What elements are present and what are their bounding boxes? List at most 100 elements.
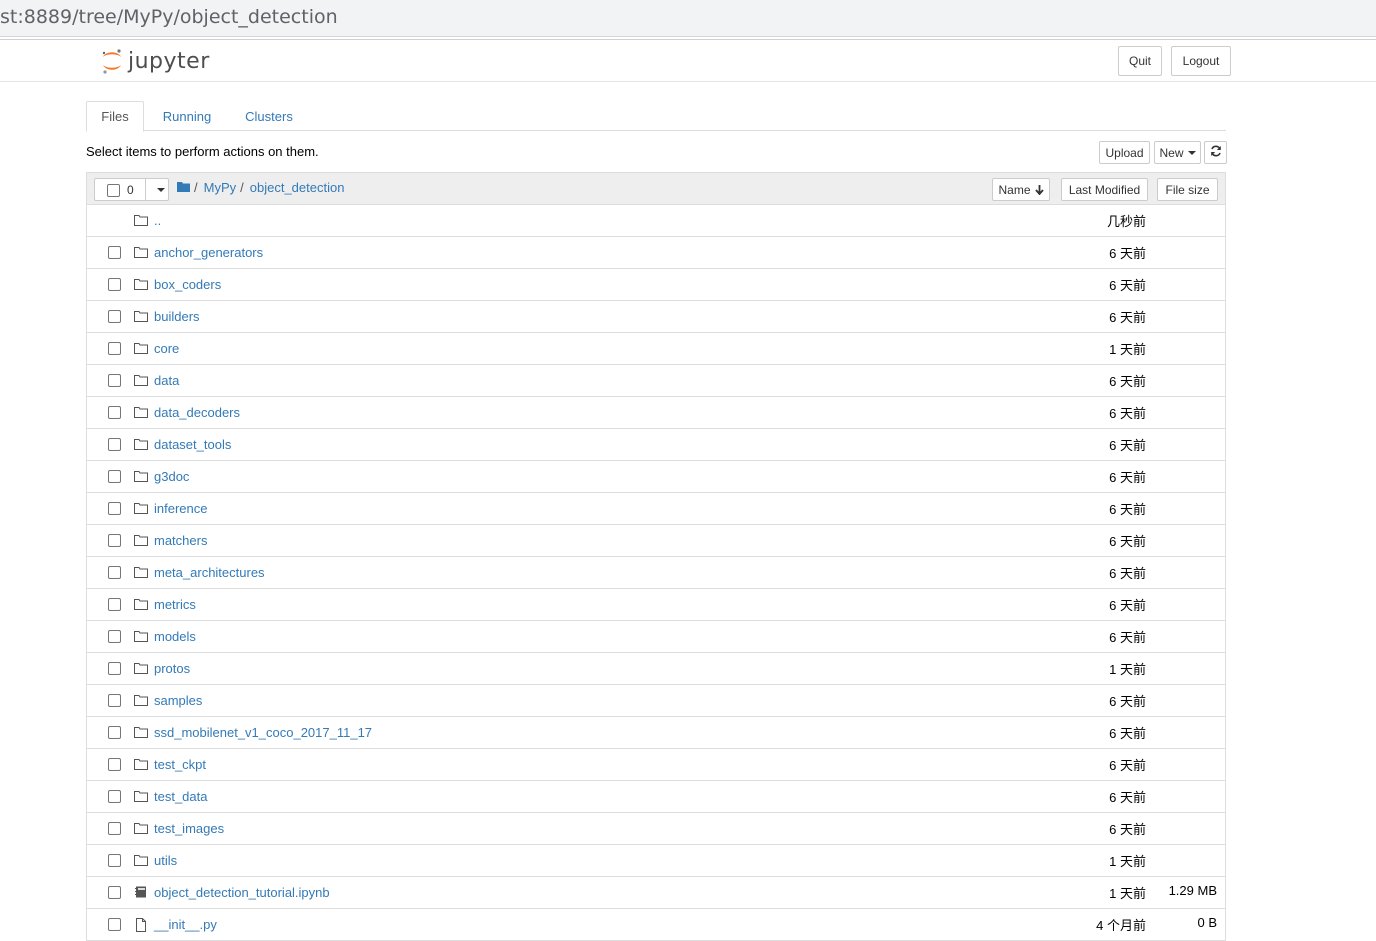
item-checkbox[interactable] [108,918,121,931]
folder-icon [134,662,148,674]
list-item[interactable]: core 1 天前 [87,333,1225,365]
sort-name-label: Name [998,182,1031,197]
file-list-header: 0 / MyPy / object_detection Name Last Mo… [87,173,1225,205]
folder-icon[interactable] [177,180,190,195]
item-link[interactable]: dataset_tools [154,437,231,452]
item-link[interactable]: test_images [154,821,224,836]
item-checkbox[interactable] [108,662,121,675]
item-modified: 6 天前 [1109,374,1146,389]
item-checkbox[interactable] [108,246,121,259]
item-link[interactable]: data [154,373,179,388]
item-link[interactable]: core [154,341,179,356]
item-link[interactable]: __init__.py [154,917,217,932]
item-link[interactable]: box_coders [154,277,221,292]
item-checkbox[interactable] [108,854,121,867]
folder-icon [134,502,148,514]
item-link[interactable]: test_ckpt [154,757,206,772]
url-text[interactable]: st:8889/tree/MyPy/object_detection [0,6,338,28]
sort-name-button[interactable]: Name [992,178,1050,201]
list-item[interactable]: dataset_tools 6 天前 [87,429,1225,461]
list-item[interactable]: anchor_generators 6 天前 [87,237,1225,269]
item-modified: 6 天前 [1109,406,1146,421]
item-checkbox[interactable] [108,598,121,611]
item-modified: 1 天前 [1109,886,1146,901]
item-link[interactable]: matchers [154,533,207,548]
list-item[interactable]: utils 1 天前 [87,845,1225,877]
item-link[interactable]: object_detection_tutorial.ipynb [154,885,330,900]
parent-directory-row[interactable]: .. 几秒前 [87,205,1225,237]
list-item[interactable]: data 6 天前 [87,365,1225,397]
item-link[interactable]: protos [154,661,190,676]
item-modified: 1 天前 [1109,342,1146,357]
item-checkbox[interactable] [108,886,121,899]
item-link[interactable]: test_data [154,789,208,804]
item-checkbox[interactable] [108,822,121,835]
list-item[interactable]: test_data 6 天前 [87,781,1225,813]
tab-clusters[interactable]: Clusters [232,101,306,131]
item-link[interactable]: data_decoders [154,405,240,420]
item-checkbox[interactable] [108,694,121,707]
item-checkbox[interactable] [108,790,121,803]
item-link[interactable]: .. [154,213,161,228]
item-link[interactable]: models [154,629,196,644]
item-checkbox[interactable] [108,726,121,739]
item-checkbox[interactable] [108,406,121,419]
list-item[interactable]: samples 6 天前 [87,685,1225,717]
item-checkbox[interactable] [108,502,121,515]
item-link[interactable]: metrics [154,597,196,612]
select-dropdown-icon[interactable] [157,188,165,192]
item-checkbox[interactable] [108,630,121,643]
select-all-checkbox[interactable] [107,184,120,197]
jupyter-logo[interactable]: jupyter [100,46,210,76]
list-item[interactable]: protos 1 天前 [87,653,1225,685]
tab-files[interactable]: Files [86,101,144,132]
item-checkbox[interactable] [108,470,121,483]
quit-button[interactable]: Quit [1118,46,1162,76]
list-item[interactable]: data_decoders 6 天前 [87,397,1225,429]
list-item[interactable]: test_ckpt 6 天前 [87,749,1225,781]
item-checkbox[interactable] [108,310,121,323]
upload-button[interactable]: Upload [1099,141,1150,164]
selection-hint: Select items to perform actions on them. [86,144,319,159]
item-checkbox[interactable] [108,534,121,547]
list-item[interactable]: models 6 天前 [87,621,1225,653]
item-link[interactable]: meta_architectures [154,565,265,580]
item-link[interactable]: g3doc [154,469,189,484]
item-checkbox[interactable] [108,438,121,451]
list-item[interactable]: object_detection_tutorial.ipynb 1 天前 1.29 … [87,877,1225,909]
list-item[interactable]: test_images 6 天前 [87,813,1225,845]
list-item[interactable]: __init__.py 4 个月前 0 B [87,909,1225,941]
select-all-control[interactable]: 0 [94,178,169,201]
list-item[interactable]: builders 6 天前 [87,301,1225,333]
sort-file-size-button[interactable]: File size [1157,178,1218,201]
tab-running[interactable]: Running [152,101,222,131]
item-checkbox[interactable] [108,342,121,355]
folder-icon [134,822,148,834]
folder-icon [134,534,148,546]
item-link[interactable]: samples [154,693,202,708]
item-checkbox[interactable] [108,566,121,579]
breadcrumb-separator: / [194,180,198,195]
list-item[interactable]: inference 6 天前 [87,493,1225,525]
browser-url-bar[interactable]: st:8889/tree/MyPy/object_detection [0,0,1376,37]
list-item[interactable]: matchers 6 天前 [87,525,1225,557]
breadcrumb-mypy[interactable]: MyPy [204,180,237,195]
new-dropdown-button[interactable]: New [1154,141,1201,164]
item-link[interactable]: builders [154,309,200,324]
refresh-button[interactable] [1204,141,1227,164]
list-item[interactable]: ssd_mobilenet_v1_coco_2017_11_17 6 天前 [87,717,1225,749]
item-checkbox[interactable] [108,374,121,387]
item-link[interactable]: anchor_generators [154,245,263,260]
sort-last-modified-button[interactable]: Last Modified [1061,178,1148,201]
breadcrumb-object-detection[interactable]: object_detection [250,180,345,195]
list-item[interactable]: g3doc 6 天前 [87,461,1225,493]
list-item[interactable]: meta_architectures 6 天前 [87,557,1225,589]
item-link[interactable]: inference [154,501,207,516]
item-link[interactable]: ssd_mobilenet_v1_coco_2017_11_17 [154,725,372,740]
item-checkbox[interactable] [108,758,121,771]
item-checkbox[interactable] [108,278,121,291]
list-item[interactable]: metrics 6 天前 [87,589,1225,621]
logout-button[interactable]: Logout [1171,46,1231,76]
list-item[interactable]: box_coders 6 天前 [87,269,1225,301]
item-link[interactable]: utils [154,853,177,868]
